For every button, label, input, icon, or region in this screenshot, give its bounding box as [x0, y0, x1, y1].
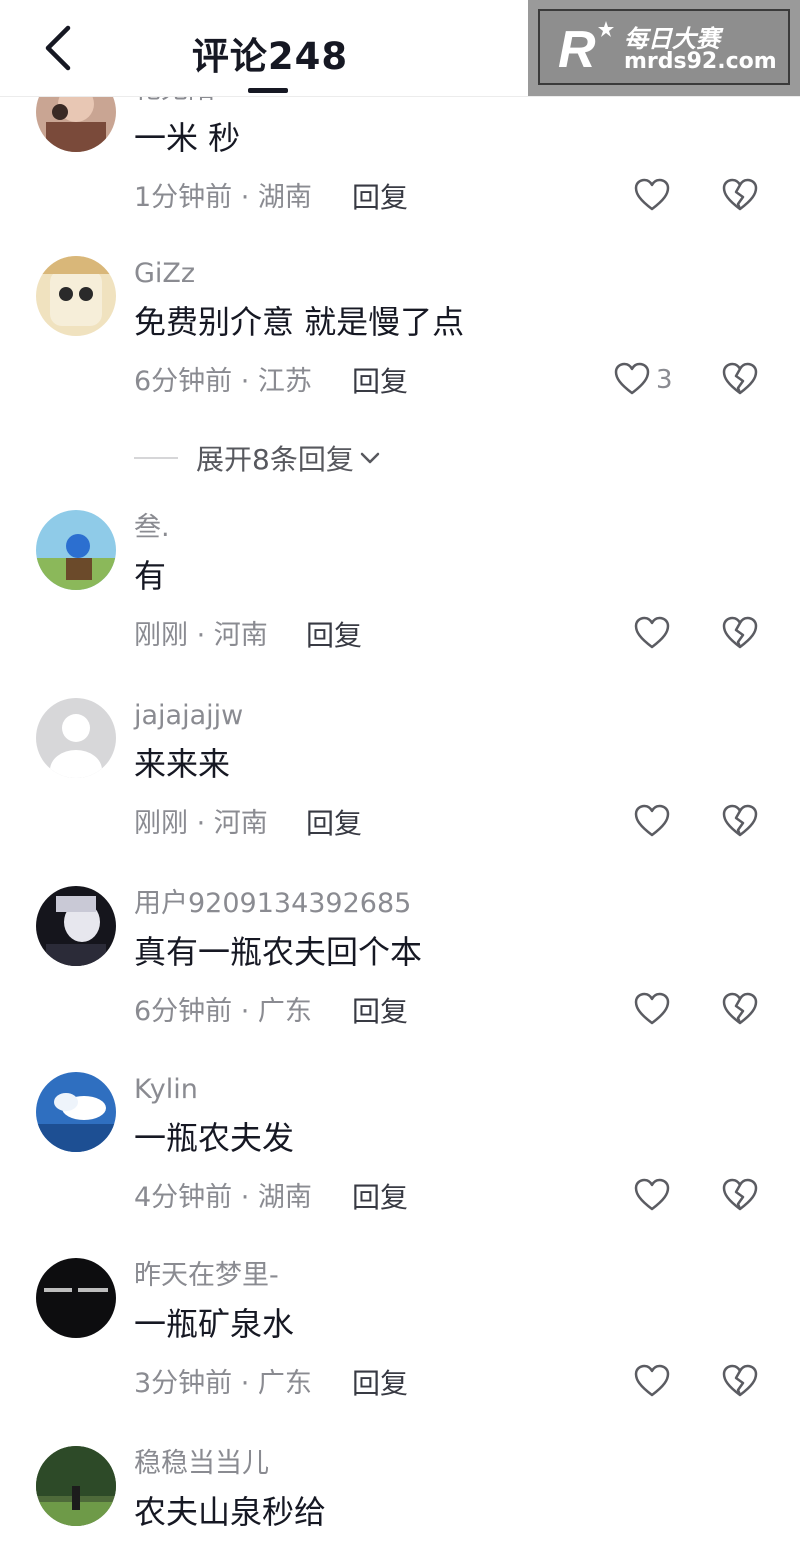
- reply-button[interactable]: 回复: [306, 616, 362, 656]
- svg-text:R: R: [558, 21, 596, 77]
- reply-button[interactable]: 回复: [352, 362, 408, 402]
- comment-text: 一瓶农夫发: [134, 1119, 295, 1157]
- comment-list: 花无陌 一米 秒 1分钟前 · 湖南 回复 GiZz 免费别介意 就是慢了点 6…: [0, 96, 800, 1544]
- heart-outline-icon: [634, 616, 670, 649]
- heart-outline-icon: [634, 804, 670, 837]
- heart-outline-icon: [634, 1178, 670, 1211]
- dislike-button[interactable]: [720, 176, 760, 216]
- dislike-button[interactable]: [720, 1362, 760, 1402]
- chevron-down-icon: [360, 452, 380, 464]
- comment-username[interactable]: GiZz: [134, 256, 195, 292]
- heart-outline-icon: [634, 178, 670, 211]
- watermark-domain: mrds92.com: [624, 49, 777, 74]
- comment-text: 有: [134, 557, 167, 595]
- broken-heart-icon: [722, 616, 758, 649]
- comments-header: 评论248 R 每日大赛 mrds92.com: [0, 0, 800, 97]
- reply-button[interactable]: 回复: [306, 804, 362, 844]
- expand-replies-label: 展开8条回复: [196, 443, 354, 476]
- expand-divider: [134, 457, 178, 459]
- comment-username[interactable]: jajajajjw: [134, 698, 243, 734]
- comment-text: 农夫山泉秒给: [134, 1493, 327, 1531]
- reply-button[interactable]: 回复: [352, 178, 408, 218]
- comment-text: 一米 秒: [134, 119, 241, 157]
- broken-heart-icon: [722, 362, 758, 395]
- comment-username[interactable]: 稳稳当当儿: [134, 1446, 269, 1482]
- comment-meta: 4分钟前 · 湖南: [134, 1182, 312, 1213]
- broken-heart-icon: [722, 804, 758, 837]
- avatar[interactable]: [36, 886, 116, 966]
- broken-heart-icon: [722, 1364, 758, 1397]
- expand-replies-button[interactable]: 展开8条回复: [134, 438, 382, 478]
- avatar[interactable]: [36, 698, 116, 778]
- comment-meta: 刚刚 · 河南: [134, 808, 268, 839]
- dislike-button[interactable]: [720, 802, 760, 842]
- avatar[interactable]: [36, 510, 116, 590]
- dislike-button[interactable]: [720, 1176, 760, 1216]
- like-button[interactable]: 3: [612, 360, 673, 404]
- broken-heart-icon: [722, 1178, 758, 1211]
- comment-username[interactable]: Kylin: [134, 1072, 198, 1108]
- comment-username[interactable]: 叁.: [134, 510, 170, 546]
- dislike-button[interactable]: [720, 990, 760, 1030]
- avatar[interactable]: [36, 256, 116, 336]
- comment-meta: 6分钟前 · 广东: [134, 996, 312, 1027]
- comment-text: 来来来: [134, 745, 231, 783]
- heart-outline-icon: [634, 992, 670, 1025]
- heart-outline-icon: [634, 1364, 670, 1397]
- broken-heart-icon: [722, 178, 758, 211]
- comment-text: 一瓶矿泉水: [134, 1305, 295, 1343]
- comment-meta: 刚刚 · 河南: [134, 620, 268, 651]
- reply-button[interactable]: 回复: [352, 992, 408, 1032]
- like-button[interactable]: [632, 614, 676, 658]
- comment-text: 真有一瓶农夫回个本: [134, 933, 423, 971]
- dislike-button[interactable]: [720, 614, 760, 654]
- comment-username[interactable]: 昨天在梦里-: [134, 1258, 279, 1294]
- heart-outline-icon: [614, 362, 650, 395]
- comment-meta: 6分钟前 · 江苏: [134, 366, 312, 397]
- comment-username[interactable]: 用户9209134392685: [134, 886, 411, 922]
- like-button[interactable]: [632, 1362, 676, 1406]
- like-button[interactable]: [632, 1176, 676, 1220]
- watermark-logo: R: [558, 21, 614, 77]
- page-title: 评论248: [191, 35, 349, 78]
- comment-username[interactable]: 花无陌: [134, 96, 215, 108]
- avatar[interactable]: [36, 1258, 116, 1338]
- like-button[interactable]: [632, 990, 676, 1034]
- reply-button[interactable]: 回复: [352, 1364, 408, 1404]
- like-count: 3: [656, 365, 673, 395]
- comment-text: 免费别介意 就是慢了点: [134, 303, 465, 341]
- watermark: R 每日大赛 mrds92.com: [528, 0, 800, 96]
- comment-meta: 3分钟前 · 广东: [134, 1368, 312, 1399]
- avatar[interactable]: [36, 96, 116, 152]
- title-underline: [248, 88, 288, 93]
- avatar[interactable]: [36, 1072, 116, 1152]
- comment-meta: 1分钟前 · 湖南: [134, 182, 312, 213]
- avatar[interactable]: [36, 1446, 116, 1526]
- like-button[interactable]: [632, 802, 676, 846]
- reply-button[interactable]: 回复: [352, 1178, 408, 1218]
- like-button[interactable]: [632, 176, 676, 220]
- dislike-button[interactable]: [720, 360, 760, 400]
- broken-heart-icon: [722, 992, 758, 1025]
